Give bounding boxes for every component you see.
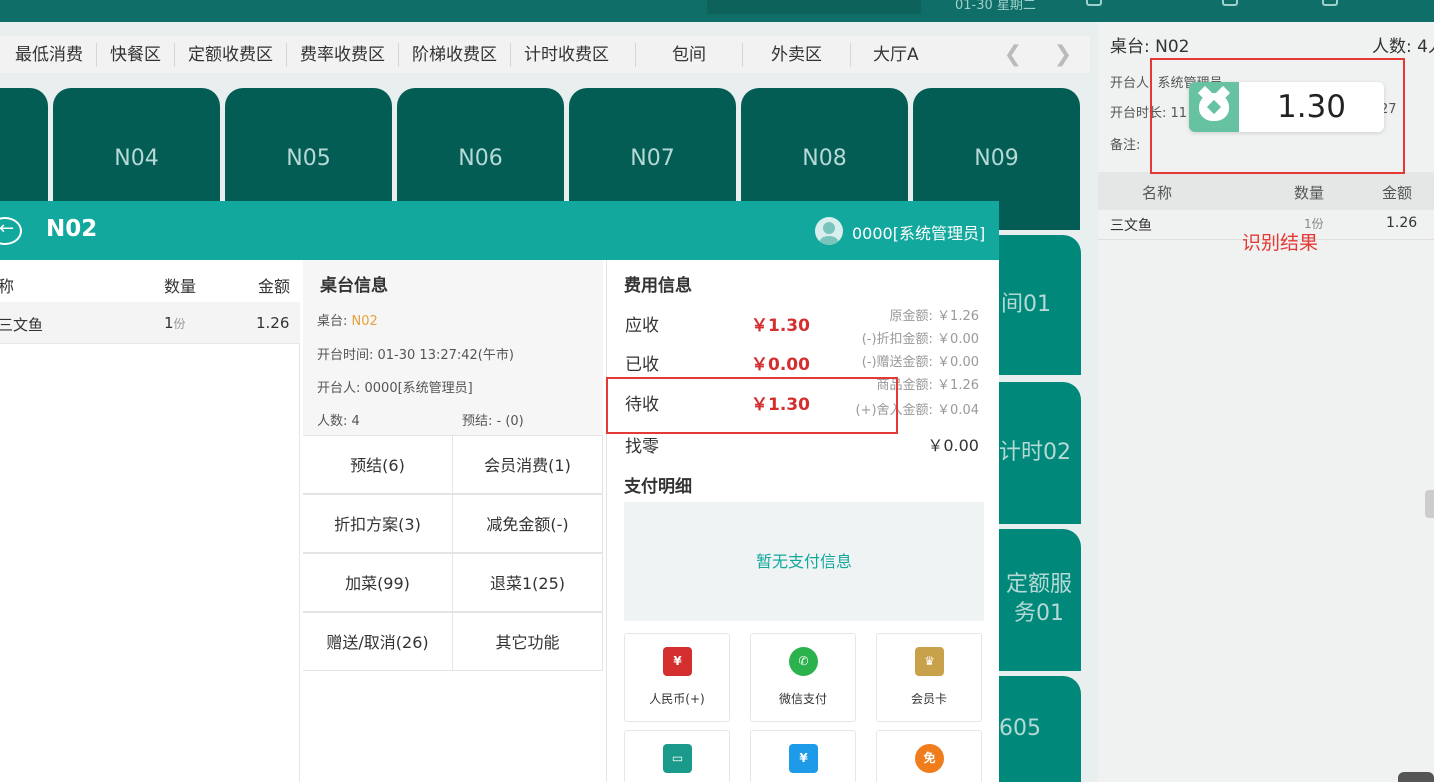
info-table-label: 桌台: — [317, 314, 348, 329]
info-prebill: 预结: - (0) — [462, 414, 524, 429]
next-arrow-icon[interactable]: ❯ — [1050, 42, 1076, 68]
checkout-dialog: N02 0000[系统管理员] 称 数量 金额 三文鱼 1份 1.26 桌台信息… — [0, 201, 999, 782]
table-info-section: 桌台信息 桌台: N02 开台时间: 01-30 13:27:42(午市) 开台… — [303, 260, 603, 435]
annotation-box-popup — [1150, 58, 1405, 174]
date-label: 01-30 星期二 — [955, 0, 1036, 13]
side-people-count: 人数: 4人 — [1372, 37, 1434, 57]
item-qty-unit: 份 — [173, 317, 186, 331]
tab-category-2[interactable]: 定额收费区 — [174, 42, 286, 67]
annotation-label: 识别结果 — [1242, 232, 1319, 254]
side-item-name: 三文鱼 — [1110, 218, 1152, 234]
table-info-panel: 桌台信息 桌台: N02 开台时间: 01-30 13:27:42(午市) 开台… — [303, 260, 603, 782]
pay-voucher-button[interactable]: ¥ — [750, 730, 856, 782]
back-arrow-icon[interactable] — [0, 217, 22, 245]
change-value: ￥0.00 — [927, 436, 979, 455]
side-item-amount: 1.26 — [1386, 215, 1418, 231]
prev-arrow-icon[interactable]: ❮ — [1000, 42, 1026, 68]
info-table-value: N02 — [351, 314, 378, 329]
pay-free-button[interactable]: 免 — [876, 730, 982, 782]
user-avatar-icon — [815, 217, 843, 245]
gift-cancel-button[interactable]: 赠送/取消(26) — [303, 612, 453, 671]
received-label: 已收 — [625, 355, 659, 375]
dialog-title: N02 — [46, 216, 98, 242]
pay-member-card-button[interactable]: ♛ 会员卡 — [876, 633, 982, 722]
item-qty-value: 1 — [164, 314, 174, 332]
table-info-title: 桌台信息 — [320, 276, 388, 296]
corner-widget[interactable] — [1398, 772, 1434, 782]
toolbar-icon-1[interactable] — [1086, 0, 1102, 6]
note-gift-amount: (-)赠送金额: ￥0.00 — [861, 355, 979, 370]
change-label: 找零 — [625, 437, 659, 457]
wechat-icon: ✆ — [789, 647, 818, 676]
receivable-label: 应收 — [625, 316, 659, 336]
side-table-header: 名称 数量 金额 — [1098, 172, 1434, 210]
prebill-button[interactable]: 预结(6) — [303, 435, 453, 494]
side-table-name: 桌台: N02 — [1110, 37, 1190, 57]
return-dish-button[interactable]: 退菜1(25) — [453, 553, 603, 612]
fee-info-title: 费用信息 — [624, 276, 692, 296]
pay-member-card-label: 会员卡 — [910, 692, 947, 706]
toolbar-icon-2[interactable] — [1222, 0, 1238, 6]
payment-empty-state: 暂无支付信息 — [624, 502, 984, 621]
items-col-amount: 金额 — [258, 277, 291, 296]
info-open-time: 开台时间: 01-30 13:27:42(午市) — [317, 348, 514, 363]
item-amount: 1.26 — [256, 314, 290, 332]
tab-category-0[interactable]: 最低消费 — [0, 43, 96, 67]
items-col-name: 称 — [0, 277, 15, 296]
member-consume-button[interactable]: 会员消费(1) — [453, 435, 603, 494]
ordered-items-list: 称 数量 金额 三文鱼 1份 1.26 — [0, 260, 300, 782]
side-col-name: 名称 — [1142, 184, 1173, 202]
free-icon: 免 — [915, 744, 944, 773]
fee-panel: 费用信息 应收 ￥1.30 已收 ￥0.00 待收 ￥1.30 原金额: ￥1.… — [606, 260, 999, 782]
table-tile-fixed01-label: 定额服务01 — [1005, 572, 1072, 626]
items-col-qty: 数量 — [164, 277, 197, 296]
info-table: 桌台: N02 — [317, 310, 378, 329]
pay-cash-button[interactable]: ¥ 人民币(+) — [624, 633, 730, 722]
items-table-header: 称 数量 金额 — [0, 260, 300, 302]
top-search-area[interactable] — [707, 0, 921, 14]
note-original-amount: 原金额: ￥1.26 — [889, 309, 979, 324]
tab-category-3[interactable]: 费率收费区 — [286, 42, 398, 67]
add-dish-button[interactable]: 加菜(99) — [303, 553, 453, 612]
info-opener: 开台人: 0000[系统管理员] — [317, 381, 473, 396]
table-row[interactable]: 三文鱼 1份 1.26 — [0, 302, 300, 344]
cash-icon: ¥ — [663, 647, 692, 676]
tab-category-6[interactable]: 包间 — [635, 42, 742, 67]
note-discount-amount: (-)折扣金额: ￥0.00 — [861, 332, 979, 347]
side-col-qty: 数量 — [1294, 184, 1325, 202]
tab-category-1[interactable]: 快餐区 — [96, 42, 174, 67]
pay-bank-card-button[interactable]: ▭ — [624, 730, 730, 782]
info-people: 人数: 4 — [317, 414, 360, 429]
category-tabs: 最低消费 快餐区 定额收费区 费率收费区 阶梯收费区 计时收费区 包间 外卖区 … — [0, 36, 1090, 73]
annotation-box-pending — [606, 377, 898, 434]
pay-wechat-label: 微信支付 — [778, 692, 827, 706]
scrollbar-handle[interactable] — [1425, 490, 1434, 518]
pay-wechat-button[interactable]: ✆ 微信支付 — [750, 633, 856, 722]
other-functions-button[interactable]: 其它功能 — [453, 612, 603, 671]
side-col-amount: 金额 — [1382, 184, 1413, 202]
received-value: ￥0.00 — [751, 355, 810, 375]
tab-category-8[interactable]: 大厅A — [850, 42, 941, 67]
tab-category-7[interactable]: 外卖区 — [742, 42, 850, 67]
top-bar: 01-30 星期二 — [0, 0, 1434, 22]
tab-category-4[interactable]: 阶梯收费区 — [398, 42, 510, 67]
member-card-icon: ♛ — [915, 647, 944, 676]
discount-plan-button[interactable]: 折扣方案(3) — [303, 494, 453, 553]
side-remark: 备注: — [1110, 138, 1141, 153]
pay-cash-label: 人民币(+) — [649, 692, 705, 706]
tab-category-5[interactable]: 计时收费区 — [510, 42, 635, 67]
item-name: 三文鱼 — [0, 316, 44, 334]
receivable-value: ￥1.30 — [751, 316, 810, 336]
bank-card-icon: ▭ — [663, 744, 692, 773]
user-name: 0000[系统管理员] — [852, 224, 986, 243]
item-qty: 1份 — [164, 314, 186, 332]
dialog-header: N02 0000[系统管理员] — [0, 201, 999, 260]
toolbar-icon-3[interactable] — [1322, 0, 1338, 6]
reduce-amount-button[interactable]: 减免金额(-) — [453, 494, 603, 553]
payment-detail-title: 支付明细 — [624, 477, 692, 497]
voucher-icon: ¥ — [789, 744, 818, 773]
